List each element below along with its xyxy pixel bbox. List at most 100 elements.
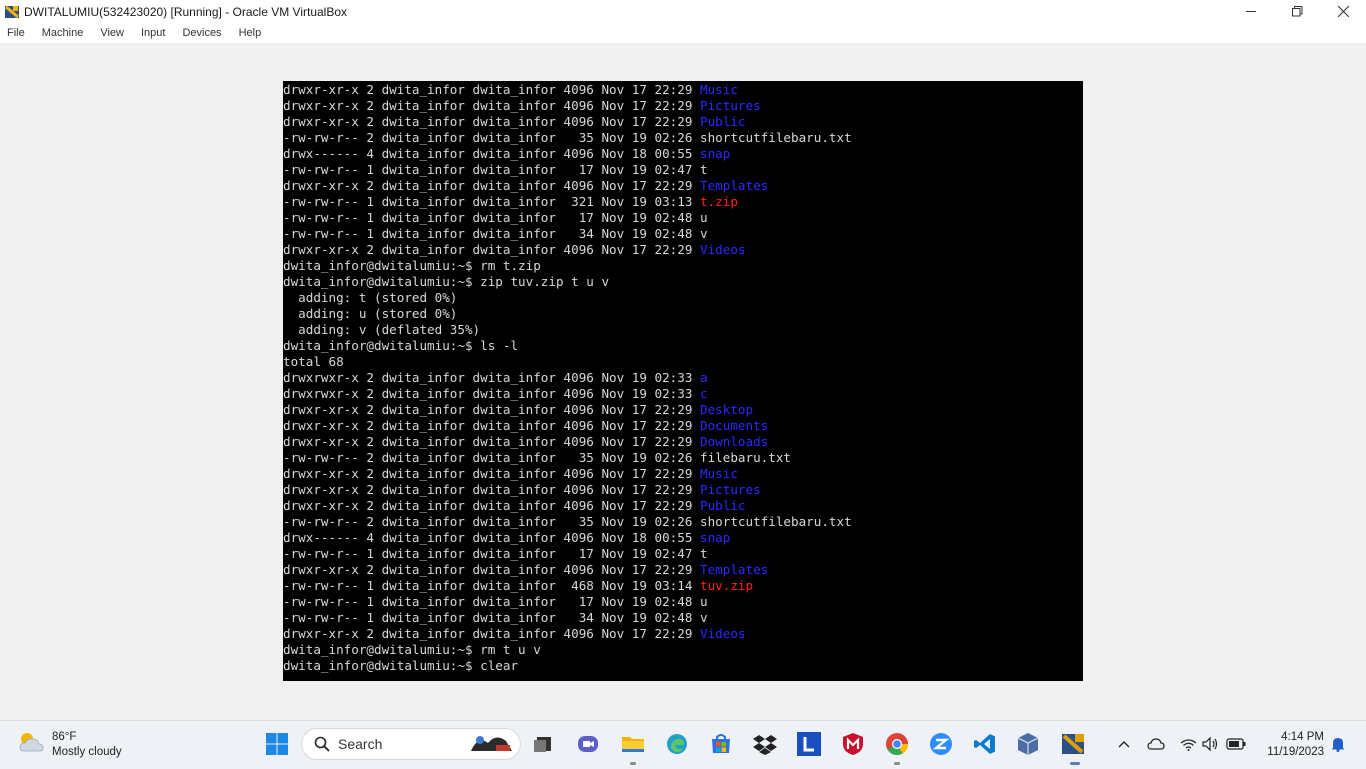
task-view-icon[interactable] bbox=[530, 731, 556, 757]
windows-start-icon[interactable] bbox=[264, 731, 290, 757]
terminal-colored-entry: Public bbox=[700, 114, 746, 129]
terminal-colored-entry: Music bbox=[700, 82, 738, 97]
terminal-colored-entry: a bbox=[700, 370, 708, 385]
terminal-line: drwxr-xr-x 2 dwita_infor dwita_infor 409… bbox=[283, 178, 768, 194]
virtualbox-vm-active-indicator bbox=[1070, 762, 1080, 765]
terminal-text: drwxr-xr-x 2 dwita_infor dwita_infor 409… bbox=[283, 114, 701, 129]
dropbox-icon[interactable] bbox=[752, 731, 778, 757]
terminal-line: dwita_infor@dwitalumiu:~$ rm t u v bbox=[283, 642, 541, 658]
terminal-text: -rw-rw-r-- 1 dwita_infor dwita_infor 17 … bbox=[283, 162, 708, 177]
menu-help[interactable]: Help bbox=[239, 27, 262, 39]
terminal-text: dwita_infor@dwitalumiu:~$ clear bbox=[283, 658, 519, 673]
terminal-line: drwx------ 4 dwita_infor dwita_infor 409… bbox=[283, 146, 730, 162]
terminal-colored-entry: Pictures bbox=[700, 98, 761, 113]
terminal-text: -rw-rw-r-- 1 dwita_infor dwita_infor 34 … bbox=[283, 610, 708, 625]
virtualbox-app-icon bbox=[4, 4, 20, 20]
terminal-text: dwita_infor@dwitalumiu:~$ rm t u v bbox=[283, 642, 541, 657]
menu-devices[interactable]: Devices bbox=[182, 27, 221, 39]
terminal-line: drwxr-xr-x 2 dwita_infor dwita_infor 409… bbox=[283, 114, 746, 130]
menu-file[interactable]: File bbox=[7, 27, 25, 39]
system-clock[interactable]: 4:14 PM 11/19/2023 bbox=[1267, 730, 1324, 760]
window-title: DWITALUMIU(532423020) [Running] - Oracle… bbox=[24, 4, 348, 19]
weather-condition: Mostly cloudy bbox=[52, 745, 122, 758]
terminal-line: -rw-rw-r-- 1 dwita_infor dwita_infor 321… bbox=[283, 194, 738, 210]
notification-bell-icon[interactable] bbox=[1327, 733, 1349, 755]
store-icon[interactable] bbox=[708, 731, 734, 757]
virtualbox-icon[interactable] bbox=[1015, 731, 1041, 757]
terminal-line: adding: v (deflated 35%) bbox=[283, 322, 480, 338]
zoom-icon[interactable] bbox=[928, 731, 954, 757]
search-highlight-icon bbox=[466, 731, 516, 757]
terminal-text: drwxr-xr-x 2 dwita_infor dwita_infor 409… bbox=[283, 178, 701, 193]
terminal-line: drwxr-xr-x 2 dwita_infor dwita_infor 409… bbox=[283, 98, 761, 114]
terminal-line: drwxr-xr-x 2 dwita_infor dwita_infor 409… bbox=[283, 402, 753, 418]
file-explorer-icon[interactable] bbox=[620, 731, 646, 757]
l-app-icon[interactable] bbox=[796, 731, 822, 757]
terminal-line: drwxr-xr-x 2 dwita_infor dwita_infor 409… bbox=[283, 242, 746, 258]
menu-input[interactable]: Input bbox=[141, 27, 165, 39]
terminal-line: -rw-rw-r-- 1 dwita_infor dwita_infor 17 … bbox=[283, 162, 708, 178]
menu-machine[interactable]: Machine bbox=[42, 27, 84, 39]
terminal-line: drwxr-xr-x 2 dwita_infor dwita_infor 409… bbox=[283, 434, 768, 450]
terminal-colored-entry: Desktop bbox=[700, 402, 754, 417]
terminal-text: drwxr-xr-x 2 dwita_infor dwita_infor 409… bbox=[283, 626, 701, 641]
close-icon[interactable] bbox=[1320, 0, 1366, 23]
wifi-icon[interactable] bbox=[1177, 733, 1199, 755]
terminal-colored-entry: tuv.zip bbox=[700, 578, 754, 593]
file-explorer-running-indicator bbox=[630, 762, 636, 765]
weather-widget[interactable]: 86°F Mostly cloudy bbox=[16, 729, 122, 760]
terminal-text: drwxrwxr-x 2 dwita_infor dwita_infor 409… bbox=[283, 386, 701, 401]
vm-console-screen[interactable]: drwxr-xr-x 2 dwita_infor dwita_infor 409… bbox=[283, 81, 1083, 681]
terminal-text: adding: v (deflated 35%) bbox=[283, 322, 481, 337]
terminal-text: -rw-rw-r-- 1 dwita_infor dwita_infor 321… bbox=[283, 194, 701, 209]
virtualbox-vm-icon[interactable] bbox=[1060, 731, 1086, 757]
terminal-text: drwx------ 4 dwita_infor dwita_infor 409… bbox=[283, 146, 701, 161]
terminal-line: drwxr-xr-x 2 dwita_infor dwita_infor 409… bbox=[283, 626, 746, 642]
terminal-text: drwxrwxr-x 2 dwita_infor dwita_infor 409… bbox=[283, 370, 701, 385]
vscode-icon[interactable] bbox=[972, 731, 998, 757]
terminal-text: -rw-rw-r-- 2 dwita_infor dwita_infor 35 … bbox=[283, 514, 852, 529]
terminal-line: -rw-rw-r-- 1 dwita_infor dwita_infor 34 … bbox=[283, 610, 708, 626]
terminal-text: drwxr-xr-x 2 dwita_infor dwita_infor 409… bbox=[283, 434, 701, 449]
search-placeholder: Search bbox=[338, 736, 383, 752]
battery-icon[interactable] bbox=[1225, 733, 1247, 755]
terminal-text: drwxr-xr-x 2 dwita_infor dwita_infor 409… bbox=[283, 402, 701, 417]
terminal-line: -rw-rw-r-- 1 dwita_infor dwita_infor 34 … bbox=[283, 226, 708, 242]
terminal-line: dwita_infor@dwitalumiu:~$ ls -l bbox=[283, 338, 518, 354]
restore-icon[interactable] bbox=[1274, 0, 1320, 23]
chrome-running-indicator bbox=[894, 762, 900, 765]
meet-chat-icon[interactable] bbox=[575, 731, 601, 757]
terminal-colored-entry: snap bbox=[700, 146, 731, 161]
terminal-text: dwita_infor@dwitalumiu:~$ zip tuv.zip t … bbox=[283, 274, 610, 289]
terminal-colored-entry: snap bbox=[700, 530, 731, 545]
terminal-text: drwxr-xr-x 2 dwita_infor dwita_infor 409… bbox=[283, 98, 701, 113]
terminal-line: drwxrwxr-x 2 dwita_infor dwita_infor 409… bbox=[283, 370, 708, 386]
show-hidden-icons-chevron-icon[interactable] bbox=[1113, 733, 1135, 755]
terminal-colored-entry: Documents bbox=[700, 418, 769, 433]
terminal-line: dwita_infor@dwitalumiu:~$ rm t.zip bbox=[283, 258, 541, 274]
terminal-line: drwxr-xr-x 2 dwita_infor dwita_infor 409… bbox=[283, 418, 768, 434]
terminal-line: -rw-rw-r-- 1 dwita_infor dwita_infor 468… bbox=[283, 578, 753, 594]
terminal-line: -rw-rw-r-- 2 dwita_infor dwita_infor 35 … bbox=[283, 130, 852, 146]
search-box[interactable]: Search bbox=[301, 728, 521, 760]
terminal-colored-entry: Pictures bbox=[700, 482, 761, 497]
minimize-icon[interactable] bbox=[1228, 0, 1274, 23]
terminal-line: drwxr-xr-x 2 dwita_infor dwita_infor 409… bbox=[283, 498, 746, 514]
weather-temperature: 86°F bbox=[52, 730, 77, 743]
volume-icon[interactable] bbox=[1199, 733, 1221, 755]
terminal-text: -rw-rw-r-- 1 dwita_infor dwita_infor 17 … bbox=[283, 594, 708, 609]
mcafee-icon[interactable] bbox=[840, 731, 866, 757]
edge-browser-icon[interactable] bbox=[664, 731, 690, 757]
terminal-text: total 68 bbox=[283, 354, 344, 369]
clock-date: 11/19/2023 bbox=[1267, 746, 1324, 758]
search-icon bbox=[314, 736, 330, 752]
chrome-icon[interactable] bbox=[884, 731, 910, 757]
terminal-line: adding: t (stored 0%) bbox=[283, 290, 457, 306]
onedrive-cloud-icon[interactable] bbox=[1145, 733, 1167, 755]
menu-view[interactable]: View bbox=[100, 27, 124, 39]
terminal-colored-entry: Videos bbox=[700, 626, 746, 641]
terminal-line: drwx------ 4 dwita_infor dwita_infor 409… bbox=[283, 530, 730, 546]
terminal-text: -rw-rw-r-- 1 dwita_infor dwita_infor 468… bbox=[283, 578, 701, 593]
terminal-text: drwxr-xr-x 2 dwita_infor dwita_infor 409… bbox=[283, 482, 701, 497]
terminal-line: dwita_infor@dwitalumiu:~$ zip tuv.zip t … bbox=[283, 274, 609, 290]
